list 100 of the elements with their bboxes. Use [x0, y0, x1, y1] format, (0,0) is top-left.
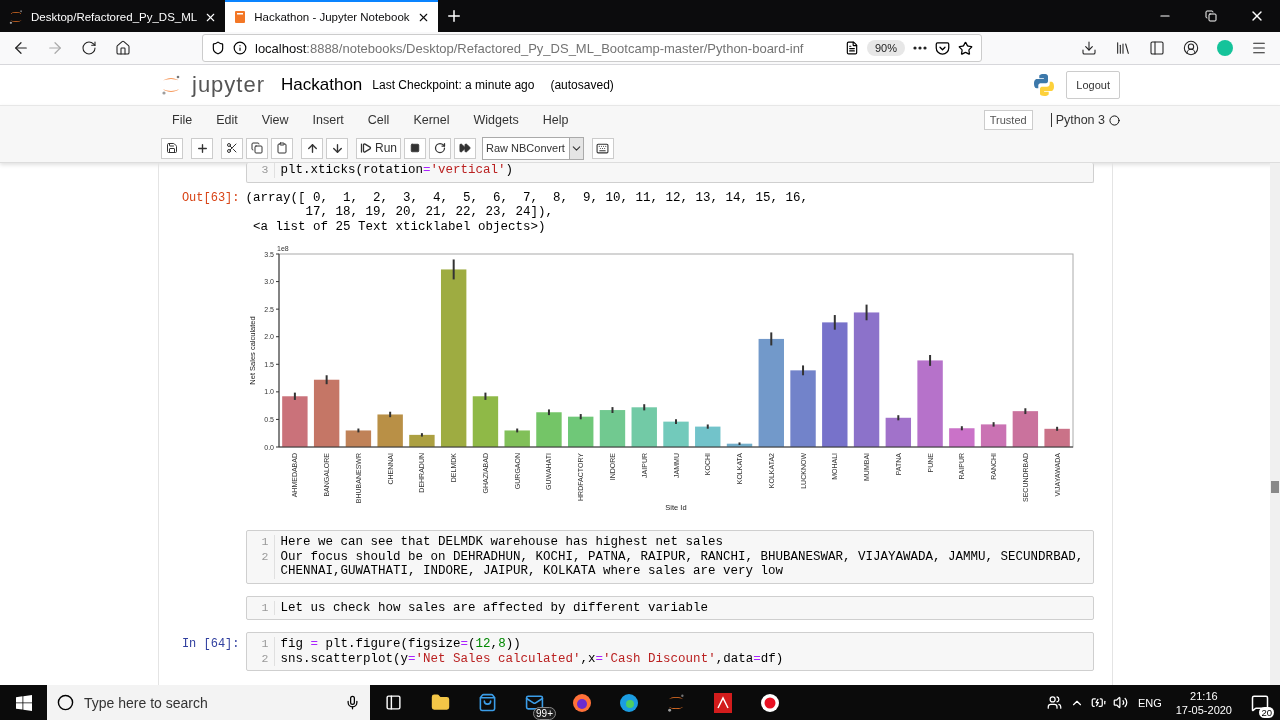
error-bar [293, 391, 296, 401]
scrollbar[interactable] [1270, 163, 1280, 685]
info-icon [233, 41, 247, 55]
logout-button[interactable]: Logout [1066, 71, 1120, 99]
download-icon[interactable] [1081, 40, 1097, 56]
pocket-icon [935, 40, 950, 56]
scrollbar-thumb[interactable] [1271, 481, 1279, 493]
store-icon[interactable] [478, 693, 497, 712]
menu-item[interactable]: Insert [300, 113, 356, 127]
notification-icon[interactable] [1251, 693, 1269, 712]
library-icon[interactable] [1115, 40, 1131, 56]
record-app-icon[interactable] [759, 692, 780, 713]
language-indicator[interactable]: ENG [1131, 696, 1168, 709]
trusted-button[interactable]: Trusted [983, 110, 1033, 130]
error-bar [547, 408, 550, 417]
restart-button[interactable] [429, 137, 451, 159]
clock[interactable]: 21:16 17-05-2020 [1167, 688, 1240, 717]
search-field[interactable]: Type here to search [47, 685, 370, 720]
add-cell-button[interactable] [191, 137, 213, 159]
stop-button[interactable] [404, 137, 426, 159]
line-number: 2 [261, 549, 269, 564]
text-cell[interactable]: 1 Let us check how sales are affected by different variable [245, 595, 1094, 620]
run-button[interactable]: Run [356, 137, 401, 159]
cell-type-select[interactable]: Raw NBConvert [482, 136, 584, 160]
mail-badge: 99+ [533, 707, 556, 720]
menu-item[interactable]: View [249, 113, 301, 127]
battery-icon[interactable] [1091, 695, 1107, 710]
menu-icon[interactable] [1251, 40, 1267, 56]
text-line: Our focus should be on DEHRADHUN, KOCHI, PATNA, RAIPUR, RANCHI, BHUBANESWAR, VIJAYAWADA, JAMMU, SECUNDRBAD, [280, 549, 1084, 564]
code-cell[interactable]: 1 2 fig = plt.figure(figsize=(12,8)) sns.scatterplot(y='Net Sales calculated',x='Cash Discount',data=df) [245, 632, 1094, 671]
home-icon[interactable] [115, 40, 131, 56]
text-cell[interactable] [245, 530, 1094, 584]
cut-button[interactable] [221, 137, 243, 159]
browser-tab[interactable]: Desktop/Refactored_Py_DS_ML [0, 0, 226, 32]
more-icon[interactable] [913, 46, 927, 50]
back-icon[interactable] [12, 39, 30, 57]
code-line: fig = plt.figure(figsize=(12,8)) [280, 637, 522, 652]
sidebar-icon[interactable] [1149, 40, 1165, 56]
logo-text: jupyter [192, 72, 266, 98]
zoom-level: 90% [866, 40, 905, 56]
code-line: plt.xticks(rotation='vertical') [280, 163, 514, 178]
clock-date: 17-05-2020 [1175, 702, 1232, 717]
reload-icon[interactable] [81, 40, 97, 56]
save-button[interactable] [161, 137, 183, 159]
pdf-app-icon[interactable] [713, 692, 732, 713]
restore-icon[interactable] [1205, 10, 1217, 22]
output-line: (array([ 0, 1, 2, 3, 4, 5, 6, 7, 8, 9, 10, 11, 12, 13, 14, 15, 16, [245, 190, 810, 205]
menu-item[interactable]: Help [530, 113, 581, 127]
paste-button[interactable] [271, 137, 293, 159]
menu-item[interactable]: Cell [355, 113, 402, 127]
error-bar [515, 427, 518, 434]
text-line: Here we can see that DELMDK warehouse has highest net sales [280, 535, 725, 550]
text-line: CHENNAI,GUWATHATI, INDORE, JAIPUR, KOLKATA where sales are very low [280, 564, 785, 579]
move-up-button[interactable] [301, 137, 323, 159]
error-bar [452, 258, 455, 281]
volume-icon[interactable] [1113, 695, 1129, 710]
address-bar[interactable]: localhost:8888/notebooks/Desktop/Refactored_Py_DS_ML_Bootcamp-master/Python-board-inf 90% [202, 34, 982, 62]
line-number: 1 [261, 535, 269, 550]
kernel-name[interactable]: Python 3 [1050, 113, 1105, 127]
error-bar [483, 391, 486, 401]
clock-time: 21:16 [1190, 688, 1218, 703]
browser-app-icon[interactable] [618, 692, 639, 713]
windows-logo-icon[interactable] [15, 694, 32, 711]
search-icon [57, 694, 74, 711]
notebook-title[interactable]: Hackathon [281, 75, 363, 95]
menu-item[interactable]: File [160, 113, 205, 127]
kernel-status-icon [1109, 114, 1120, 126]
browser-tab[interactable]: Hackathon - Jupyter Notebook [225, 0, 438, 32]
menu-item[interactable]: Widgets [461, 113, 531, 127]
error-bar [1055, 425, 1058, 432]
keyboard-button[interactable] [591, 137, 614, 159]
error-bar [325, 374, 328, 386]
error-bar [960, 425, 963, 432]
code-line: sns.scatterplot(y='Net Sales calculated',x='Cash Discount',data=df) [280, 651, 784, 666]
shield-icon [211, 41, 225, 55]
error-bar [356, 427, 359, 434]
star-icon [958, 40, 973, 56]
microphone-icon [345, 695, 360, 710]
line-number: 3 [261, 163, 269, 178]
browser-app-icon[interactable] [571, 692, 592, 713]
stop-icon [410, 143, 420, 153]
output-line: 17, 18, 19, 20, 21, 22, 23, 24]), [304, 205, 555, 220]
code-cell[interactable]: 3 plt.xticks(rotation='vertical') [245, 163, 1094, 183]
text-line: Let us check how sales are affected by different variable [280, 600, 709, 615]
arrow-up-icon [305, 141, 319, 155]
cell-prompt: Out[63]: [181, 189, 240, 207]
move-down-button[interactable] [326, 137, 348, 159]
error-bar [642, 403, 645, 412]
keyboard-icon [596, 141, 610, 155]
folder-icon[interactable] [431, 693, 450, 712]
menu-item[interactable]: Kernel [401, 113, 462, 127]
account-icon[interactable] [1183, 40, 1199, 56]
error-bar [579, 413, 582, 421]
error-bar [1023, 407, 1026, 416]
error-bar [388, 410, 391, 419]
run-all-button[interactable] [454, 137, 476, 159]
menu-item[interactable]: Edit [204, 113, 250, 127]
people-icon[interactable] [1047, 695, 1063, 710]
line-number: 1 [261, 637, 269, 652]
task-view-icon[interactable] [385, 694, 402, 711]
